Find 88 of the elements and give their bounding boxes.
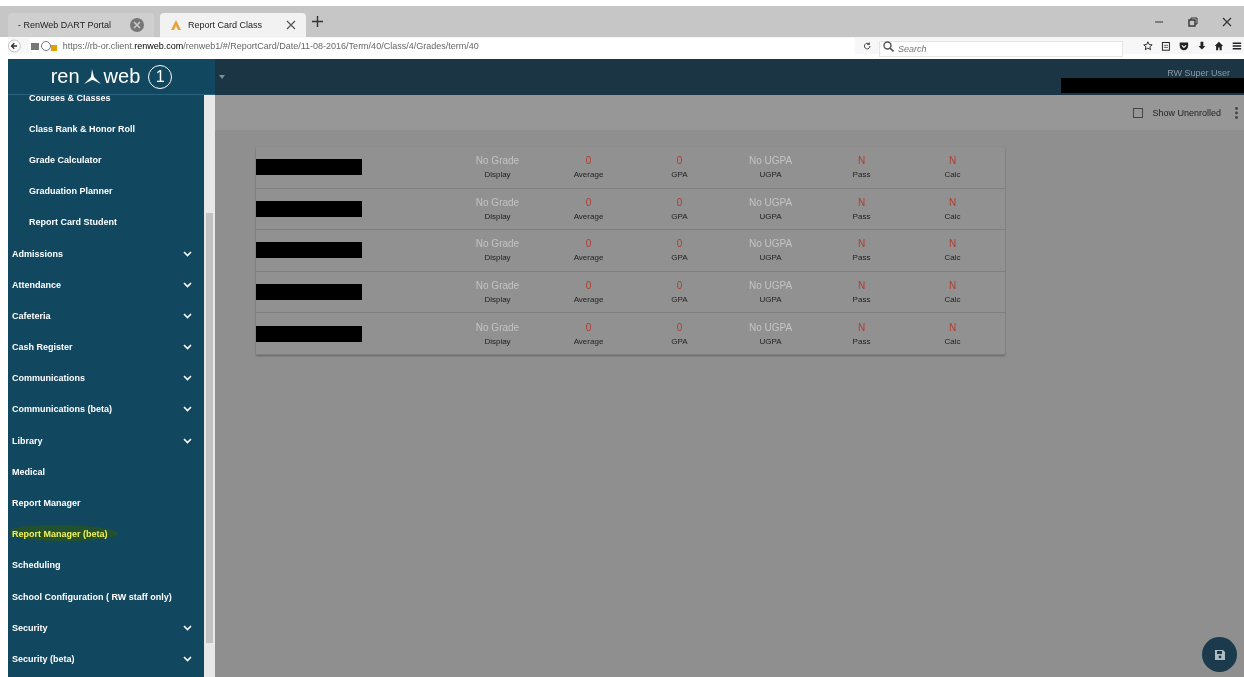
plus-icon[interactable] — [312, 16, 323, 27]
sidebar-item[interactable]: Report Manager (beta) — [8, 518, 204, 550]
sidebar-item[interactable]: Security (beta) — [8, 643, 204, 675]
grade-value: 0 — [585, 238, 592, 250]
grade-label: GPA — [671, 211, 688, 221]
sidebar-item[interactable]: Cafeteria — [8, 300, 204, 332]
sidebar-item[interactable]: Attendance — [8, 269, 204, 301]
grade-value: N — [948, 238, 957, 250]
grade-value: 0 — [585, 196, 592, 208]
sidebar-item[interactable]: Graduation Planner — [8, 175, 204, 207]
grade-label: Pass — [852, 211, 871, 221]
grade-label: Calc — [944, 211, 961, 221]
grade-value: N — [948, 155, 957, 167]
checkbox[interactable] — [1133, 107, 1144, 118]
restore-icon[interactable] — [1188, 16, 1198, 27]
grade-label: Display — [484, 295, 511, 305]
sidebar-item[interactable]: Grade Calculator — [8, 144, 204, 176]
scrollbar[interactable] — [204, 95, 215, 677]
grade-label: Average — [573, 253, 604, 263]
grade-label: Calc — [944, 336, 961, 346]
grade-label: UGPA — [759, 211, 782, 221]
caret-icon[interactable] — [219, 75, 225, 79]
grade-label: Pass — [852, 170, 871, 180]
grade-label: Display — [484, 170, 511, 180]
browser-tab[interactable]: - RenWeb DART Portal — [8, 13, 154, 37]
grade-value: N — [857, 321, 866, 333]
grade-label: UGPA — [759, 170, 782, 180]
save-button[interactable] — [1202, 637, 1237, 672]
address-field[interactable]: https://rb-or.client.renweb.com/renweb1/#/ReportCard/Date/11-08-2016/Term/40/Class/4/Grades/term/40 — [28, 37, 855, 54]
grade-label: UGPA — [759, 295, 782, 305]
grade-value: 0 — [676, 321, 683, 333]
browser-tab[interactable]: Report Card Class — [160, 13, 306, 37]
back-icon[interactable] — [8, 36, 21, 55]
grade-label: Display — [484, 253, 511, 263]
url-text: https://rb-or.client.renweb.com/renweb1/#/ReportCard/Date/11-08-2016/Term/40/Class/4/Grades/term/40 — [62, 40, 479, 51]
reload-icon[interactable] — [862, 39, 872, 52]
grade-label: Calc — [944, 170, 961, 180]
grade-label: GPA — [671, 336, 688, 346]
grade-value: 0 — [585, 155, 592, 167]
grade-label: Display — [484, 211, 511, 221]
star-icon[interactable] — [1143, 38, 1153, 53]
grade-value: 0 — [676, 155, 683, 167]
grade-value: 0 — [676, 280, 683, 292]
grade-value: 0 — [676, 238, 683, 250]
grade-value: N — [857, 155, 866, 167]
grade-label: Average — [573, 336, 604, 346]
close-icon[interactable] — [286, 20, 296, 30]
grade-label: Calc — [944, 295, 961, 305]
sidebar-item[interactable]: Security — [8, 612, 204, 644]
sidebar-item[interactable]: Admissions — [8, 237, 204, 270]
checkbox-label: Show Unenrolled — [1152, 107, 1221, 118]
grade-value: 0 — [585, 280, 592, 292]
grade-label: UGPA — [759, 253, 782, 263]
user-name[interactable]: RW Super User — [1167, 68, 1230, 78]
sidebar-item[interactable]: Report Card Student — [8, 206, 204, 238]
grade-value: N — [948, 321, 957, 333]
sidebar-item[interactable]: Medical — [8, 456, 204, 488]
sidebar-item[interactable]: Scheduling — [8, 549, 204, 581]
grade-label: Calc — [944, 253, 961, 263]
search-field[interactable]: Search — [879, 40, 1124, 57]
grade-label: UGPA — [759, 336, 782, 346]
grade-label: Pass — [852, 336, 871, 346]
grade-label: Pass — [852, 253, 871, 263]
sidebar-item[interactable]: Communications (beta) — [8, 393, 204, 426]
sidebar-item[interactable]: Cash Register — [8, 331, 204, 363]
grade-label: Average — [573, 170, 604, 180]
grade-value: N — [948, 196, 957, 208]
grade-value: N — [857, 280, 866, 292]
grade-label: GPA — [671, 295, 688, 305]
grade-value: 0 — [585, 321, 592, 333]
grade-value: N — [948, 280, 957, 292]
sidebar-item[interactable]: Class Rank & Honor Roll — [8, 113, 204, 145]
sidebar-item[interactable]: Communications — [8, 362, 204, 394]
tent-icon — [170, 19, 182, 31]
sidebar-item[interactable]: Library — [8, 425, 204, 457]
grade-label: GPA — [671, 253, 688, 263]
sidebar-item[interactable]: School Configuration ( RW staff only) — [8, 581, 204, 613]
grade-label: GPA — [671, 170, 688, 180]
grade-label: Average — [573, 211, 604, 221]
close-icon[interactable] — [1222, 16, 1232, 27]
grade-label: Pass — [852, 295, 871, 305]
sidebar-item[interactable]: Report Manager — [8, 487, 204, 519]
grade-label: Display — [484, 336, 511, 346]
grade-value: N — [857, 238, 866, 250]
grade-label: Average — [573, 295, 604, 305]
more-icon[interactable] — [1235, 106, 1238, 119]
grade-value: N — [857, 196, 866, 208]
grade-value: 0 — [676, 196, 683, 208]
